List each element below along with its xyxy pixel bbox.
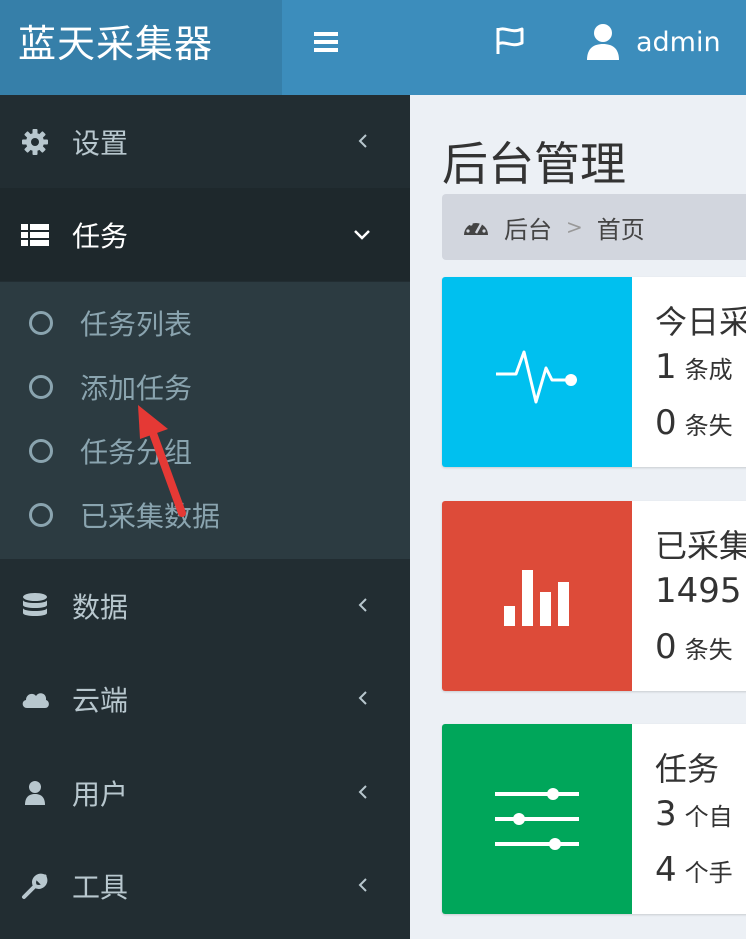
info-box-number: 4	[655, 850, 677, 890]
info-box-number: 1495	[655, 571, 742, 611]
info-box-line: 0 条失	[655, 403, 733, 443]
info-box-title: 今日采	[655, 303, 746, 341]
circle-icon	[29, 311, 53, 335]
info-box-icon-area	[442, 724, 632, 914]
submenu-item-label: 任务列表	[80, 308, 193, 341]
annotation-arrow	[138, 405, 186, 517]
circle-icon	[29, 375, 53, 399]
info-box-text: 条成	[684, 356, 733, 384]
circle-icon	[29, 439, 53, 463]
info-box-number: 3	[655, 794, 677, 834]
circle-icon	[29, 503, 53, 527]
bar-chart-icon	[504, 570, 569, 626]
breadcrumb: 后台 > 首页	[442, 194, 746, 260]
chevron-left-icon	[358, 785, 367, 799]
chevron-left-icon	[358, 598, 367, 612]
info-box-today: 今日采 1 条成 0 条失	[442, 277, 746, 467]
user-icon	[587, 24, 619, 60]
chevron-left-icon	[358, 691, 367, 705]
info-box-line: 4 个手	[655, 850, 733, 890]
sidebar-item-label: 任务	[72, 219, 129, 253]
flag-icon[interactable]	[493, 24, 527, 58]
user-icon	[25, 780, 45, 805]
info-box-title: 任务	[655, 750, 720, 788]
dashboard-icon	[464, 219, 488, 235]
sidebar-item-label: 数据	[72, 590, 129, 624]
sidebar-item-tools[interactable]: 工具	[0, 839, 410, 932]
info-box-icon-area	[442, 501, 632, 691]
pulse-icon	[496, 350, 577, 404]
sidebar-item-tasks[interactable]: 任务	[0, 188, 410, 281]
list-icon	[21, 223, 49, 246]
app-logo[interactable]: 蓝天采集器	[0, 0, 282, 95]
chevron-down-icon	[354, 230, 370, 240]
info-box-text: 个自	[684, 803, 733, 831]
info-box-text: 条失	[684, 412, 733, 440]
user-menu[interactable]: admin	[586, 20, 721, 64]
submenu-item-task-list[interactable]: 任务列表	[0, 291, 410, 355]
hamburger-icon	[314, 32, 338, 36]
sliders-icon	[495, 788, 579, 850]
top-navbar: 蓝天采集器 admin	[0, 0, 746, 95]
info-box-tasks: 任务 3 个自 4 个手	[442, 724, 746, 914]
hamburger-icon-bar	[314, 40, 338, 44]
info-box-number: 0	[655, 627, 677, 667]
info-box-line: 0 条失	[655, 627, 733, 667]
info-box-line: 1495	[655, 571, 746, 611]
sidebar-item-label: 用户	[72, 777, 129, 811]
database-icon	[23, 592, 47, 616]
breadcrumb-separator: >	[566, 215, 583, 239]
wrench-icon	[22, 873, 48, 899]
page-title: 后台管理	[442, 137, 626, 191]
sidebar-toggle-button[interactable]	[310, 26, 344, 60]
chevron-left-icon	[358, 134, 367, 148]
sidebar-item-data[interactable]: 数据	[0, 559, 410, 652]
breadcrumb-current: 首页	[596, 215, 645, 244]
info-box-text: 个手	[684, 859, 733, 887]
info-box-text: 条失	[684, 636, 733, 664]
info-box-collected: 已采集 1495 0 条失	[442, 501, 746, 691]
sidebar-item-label: 设置	[72, 126, 129, 160]
sidebar-item-label: 云端	[72, 683, 129, 717]
chevron-left-icon	[358, 878, 367, 892]
breadcrumb-root[interactable]: 后台	[504, 210, 552, 245]
info-box-line: 3 个自	[655, 794, 733, 834]
sidebar-item-label: 工具	[72, 870, 129, 904]
username: admin	[636, 26, 721, 58]
sidebar-item-cloud[interactable]: 云端	[0, 652, 410, 745]
info-box-icon-area	[442, 277, 632, 467]
info-box-number: 1	[655, 347, 677, 387]
sidebar-item-users[interactable]: 用户	[0, 746, 410, 839]
cloud-icon	[22, 692, 49, 708]
info-box-number: 0	[655, 403, 677, 443]
info-box-line: 1 条成	[655, 347, 733, 387]
sidebar-item-settings[interactable]: 设置	[0, 95, 410, 188]
info-box-title: 已采集	[655, 527, 746, 565]
gear-icon	[22, 128, 48, 155]
hamburger-icon-bar	[314, 48, 338, 52]
